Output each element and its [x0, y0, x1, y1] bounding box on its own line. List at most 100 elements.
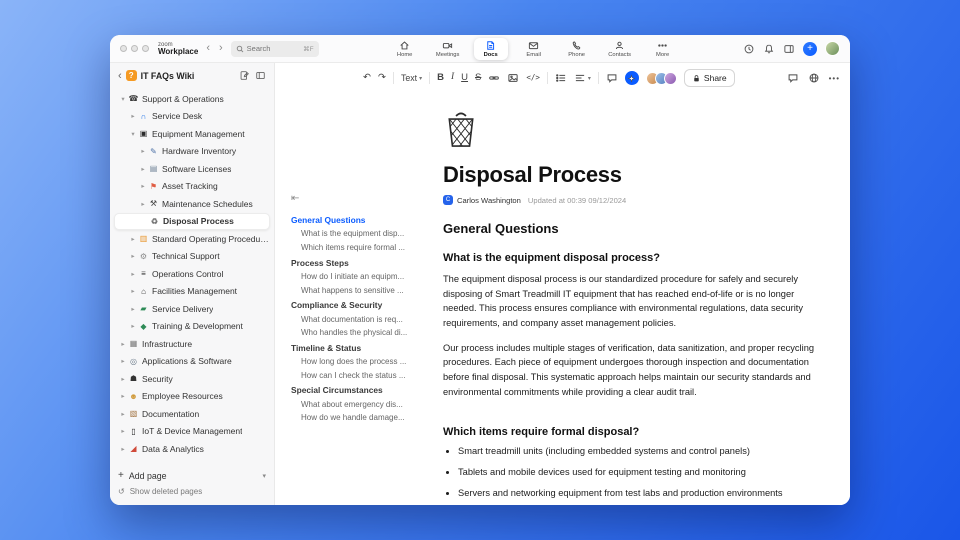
chevron-right-icon[interactable]: ▸ [118, 445, 128, 453]
show-deleted-pages-button[interactable]: ↺ Show deleted pages [118, 484, 266, 499]
forward-icon[interactable]: › [218, 43, 224, 54]
link-icon[interactable] [488, 72, 500, 84]
chevron-right-icon[interactable]: ▸ [118, 427, 128, 435]
collapse-outline-icon[interactable]: ⇤ [291, 193, 417, 204]
sidebar-item[interactable]: ▸ ◢ Data & Analytics [114, 440, 270, 458]
chevron-right-icon[interactable]: ▸ [128, 270, 138, 278]
chevron-right-icon[interactable]: ▸ [118, 340, 128, 348]
sidebar-item[interactable]: ▾ ▣ Equipment Management [114, 125, 270, 143]
outline-section[interactable]: Timeline & Status [291, 340, 417, 355]
redo-icon[interactable]: ↷ [378, 73, 386, 83]
tab-docs[interactable]: Docs [473, 37, 508, 60]
share-button[interactable]: Share [683, 69, 735, 87]
tab-more[interactable]: More [646, 38, 680, 60]
minimize-window-button[interactable] [131, 45, 138, 52]
new-item-button[interactable]: + [803, 41, 817, 56]
sidebar-item[interactable]: ▸ ☗ Security [114, 370, 270, 388]
sidebar-item[interactable]: ▸ ⚑ Asset Tracking [114, 178, 270, 196]
more-options-icon[interactable]: ••• [829, 74, 840, 83]
outline-item[interactable]: What happens to sensitive ... [291, 283, 417, 297]
chevron-right-icon[interactable]: ▸ [138, 200, 148, 208]
bold-button[interactable]: B [437, 73, 444, 83]
italic-button[interactable]: I [451, 73, 454, 83]
outline-section[interactable]: Process Steps [291, 255, 417, 270]
sidebar-item[interactable]: ▸ ☻ Employee Resources [114, 388, 270, 406]
outline-item[interactable]: What about emergency dis... [291, 397, 417, 411]
outline-section[interactable]: Compliance & Security [291, 297, 417, 312]
sidebar-item[interactable]: ▸ ▥ Standard Operating Procedures [114, 230, 270, 248]
sidebar-item[interactable]: ▸ ▰ Service Delivery [114, 300, 270, 318]
sidebar-toggle-icon[interactable] [255, 70, 266, 81]
bell-icon[interactable] [763, 43, 775, 55]
sidebar-item[interactable]: ▸ ▯ IoT & Device Management [114, 423, 270, 441]
sidebar-back-icon[interactable]: ‹ [118, 70, 122, 82]
sidebar-item[interactable]: ▾ ☎ Support & Operations [114, 90, 270, 108]
globe-icon[interactable] [808, 72, 820, 84]
search-input[interactable] [246, 44, 293, 53]
outline-section[interactable]: Special Circumstances [291, 382, 417, 397]
sidebar-item[interactable]: ▸ ∩ Service Desk [114, 108, 270, 126]
tab-contacts[interactable]: Contacts [603, 38, 637, 60]
outline-item[interactable]: How long does the process ... [291, 355, 417, 369]
comment-icon[interactable] [606, 72, 618, 84]
user-avatar[interactable] [825, 41, 840, 56]
bullet-list-icon[interactable] [555, 72, 567, 84]
outline-item[interactable]: Which items require formal ... [291, 241, 417, 255]
panel-icon[interactable] [783, 43, 795, 55]
chevron-right-icon[interactable]: ▸ [128, 235, 138, 243]
outline-item[interactable]: How do we handle damage... [291, 411, 417, 425]
outline-item[interactable]: How can I check the status ... [291, 368, 417, 382]
tab-phone[interactable]: Phone [560, 38, 594, 60]
global-search[interactable]: ⌘F [230, 40, 319, 57]
outline-section[interactable]: General Questions [291, 212, 417, 227]
chevron-down-icon[interactable]: ▾ [128, 130, 138, 138]
underline-button[interactable]: U [461, 73, 468, 83]
sidebar-item[interactable]: ▸ ⚙ Technical Support [114, 248, 270, 266]
clock-icon[interactable] [743, 43, 755, 55]
sidebar-item[interactable]: ▸ ⚒ Maintenance Schedules [114, 195, 270, 213]
add-page-button[interactable]: + Add page ▾ [118, 467, 266, 484]
strikethrough-button[interactable]: S [475, 73, 481, 83]
outline-item[interactable]: How do I initiate an equipm... [291, 270, 417, 284]
chevron-right-icon[interactable]: ▸ [138, 147, 148, 155]
ai-companion-button[interactable] [624, 71, 639, 85]
outline-item[interactable]: What is the equipment disp... [291, 227, 417, 241]
window-controls[interactable] [120, 45, 149, 52]
close-window-button[interactable] [120, 45, 127, 52]
chevron-right-icon[interactable]: ▸ [128, 305, 138, 313]
sidebar-item[interactable]: ▸ ▦ Infrastructure [114, 335, 270, 353]
back-icon[interactable]: ‹ [205, 43, 211, 54]
chevron-right-icon[interactable]: ▸ [118, 410, 128, 418]
chevron-right-icon[interactable]: ▸ [128, 252, 138, 260]
undo-icon[interactable]: ↶ [363, 73, 371, 83]
collaborator-avatars[interactable] [645, 71, 677, 85]
chevron-right-icon[interactable]: ▸ [138, 165, 148, 173]
chevron-right-icon[interactable]: ▸ [118, 375, 128, 383]
sidebar-item[interactable]: ▸ ≡ Operations Control [114, 265, 270, 283]
tab-home[interactable]: Home [388, 38, 422, 60]
sidebar-item[interactable]: ▸ ▧ Documentation [114, 405, 270, 423]
outline-item[interactable]: Who handles the physical di... [291, 326, 417, 340]
chevron-right-icon[interactable]: ▸ [118, 357, 128, 365]
chevron-down-icon[interactable]: ▾ [262, 472, 266, 480]
sidebar-item[interactable]: ▸ ✎ Hardware Inventory [114, 143, 270, 161]
sidebar-item[interactable]: ▸ ▤ Software Licenses [114, 160, 270, 178]
chevron-right-icon[interactable]: ▸ [128, 112, 138, 120]
sidebar-item[interactable]: ▸ ◎ Applications & Software [114, 353, 270, 371]
chevron-right-icon[interactable]: ▸ [118, 392, 128, 400]
sidebar-item[interactable]: ▸ ◆ Training & Development [114, 318, 270, 336]
chevron-right-icon[interactable]: ▸ [128, 287, 138, 295]
tab-email[interactable]: Email [517, 38, 551, 60]
chevron-right-icon[interactable]: ▸ [138, 182, 148, 190]
sidebar-item[interactable]: ▸ ⌂ Facilities Management [114, 283, 270, 301]
sidebar-item[interactable]: ♻ Disposal Process [114, 212, 270, 230]
outline-item[interactable]: What documentation is req... [291, 312, 417, 326]
new-page-icon[interactable] [239, 70, 250, 81]
chevron-down-icon[interactable]: ▾ [118, 95, 128, 103]
chevron-right-icon[interactable]: ▸ [128, 322, 138, 330]
code-button[interactable]: </> [526, 74, 540, 82]
text-style-dropdown[interactable]: Text ▾ [401, 73, 422, 83]
tab-meetings[interactable]: Meetings [431, 38, 465, 60]
comment-bubble-icon[interactable] [787, 72, 799, 84]
align-dropdown[interactable]: ▾ [574, 72, 591, 84]
